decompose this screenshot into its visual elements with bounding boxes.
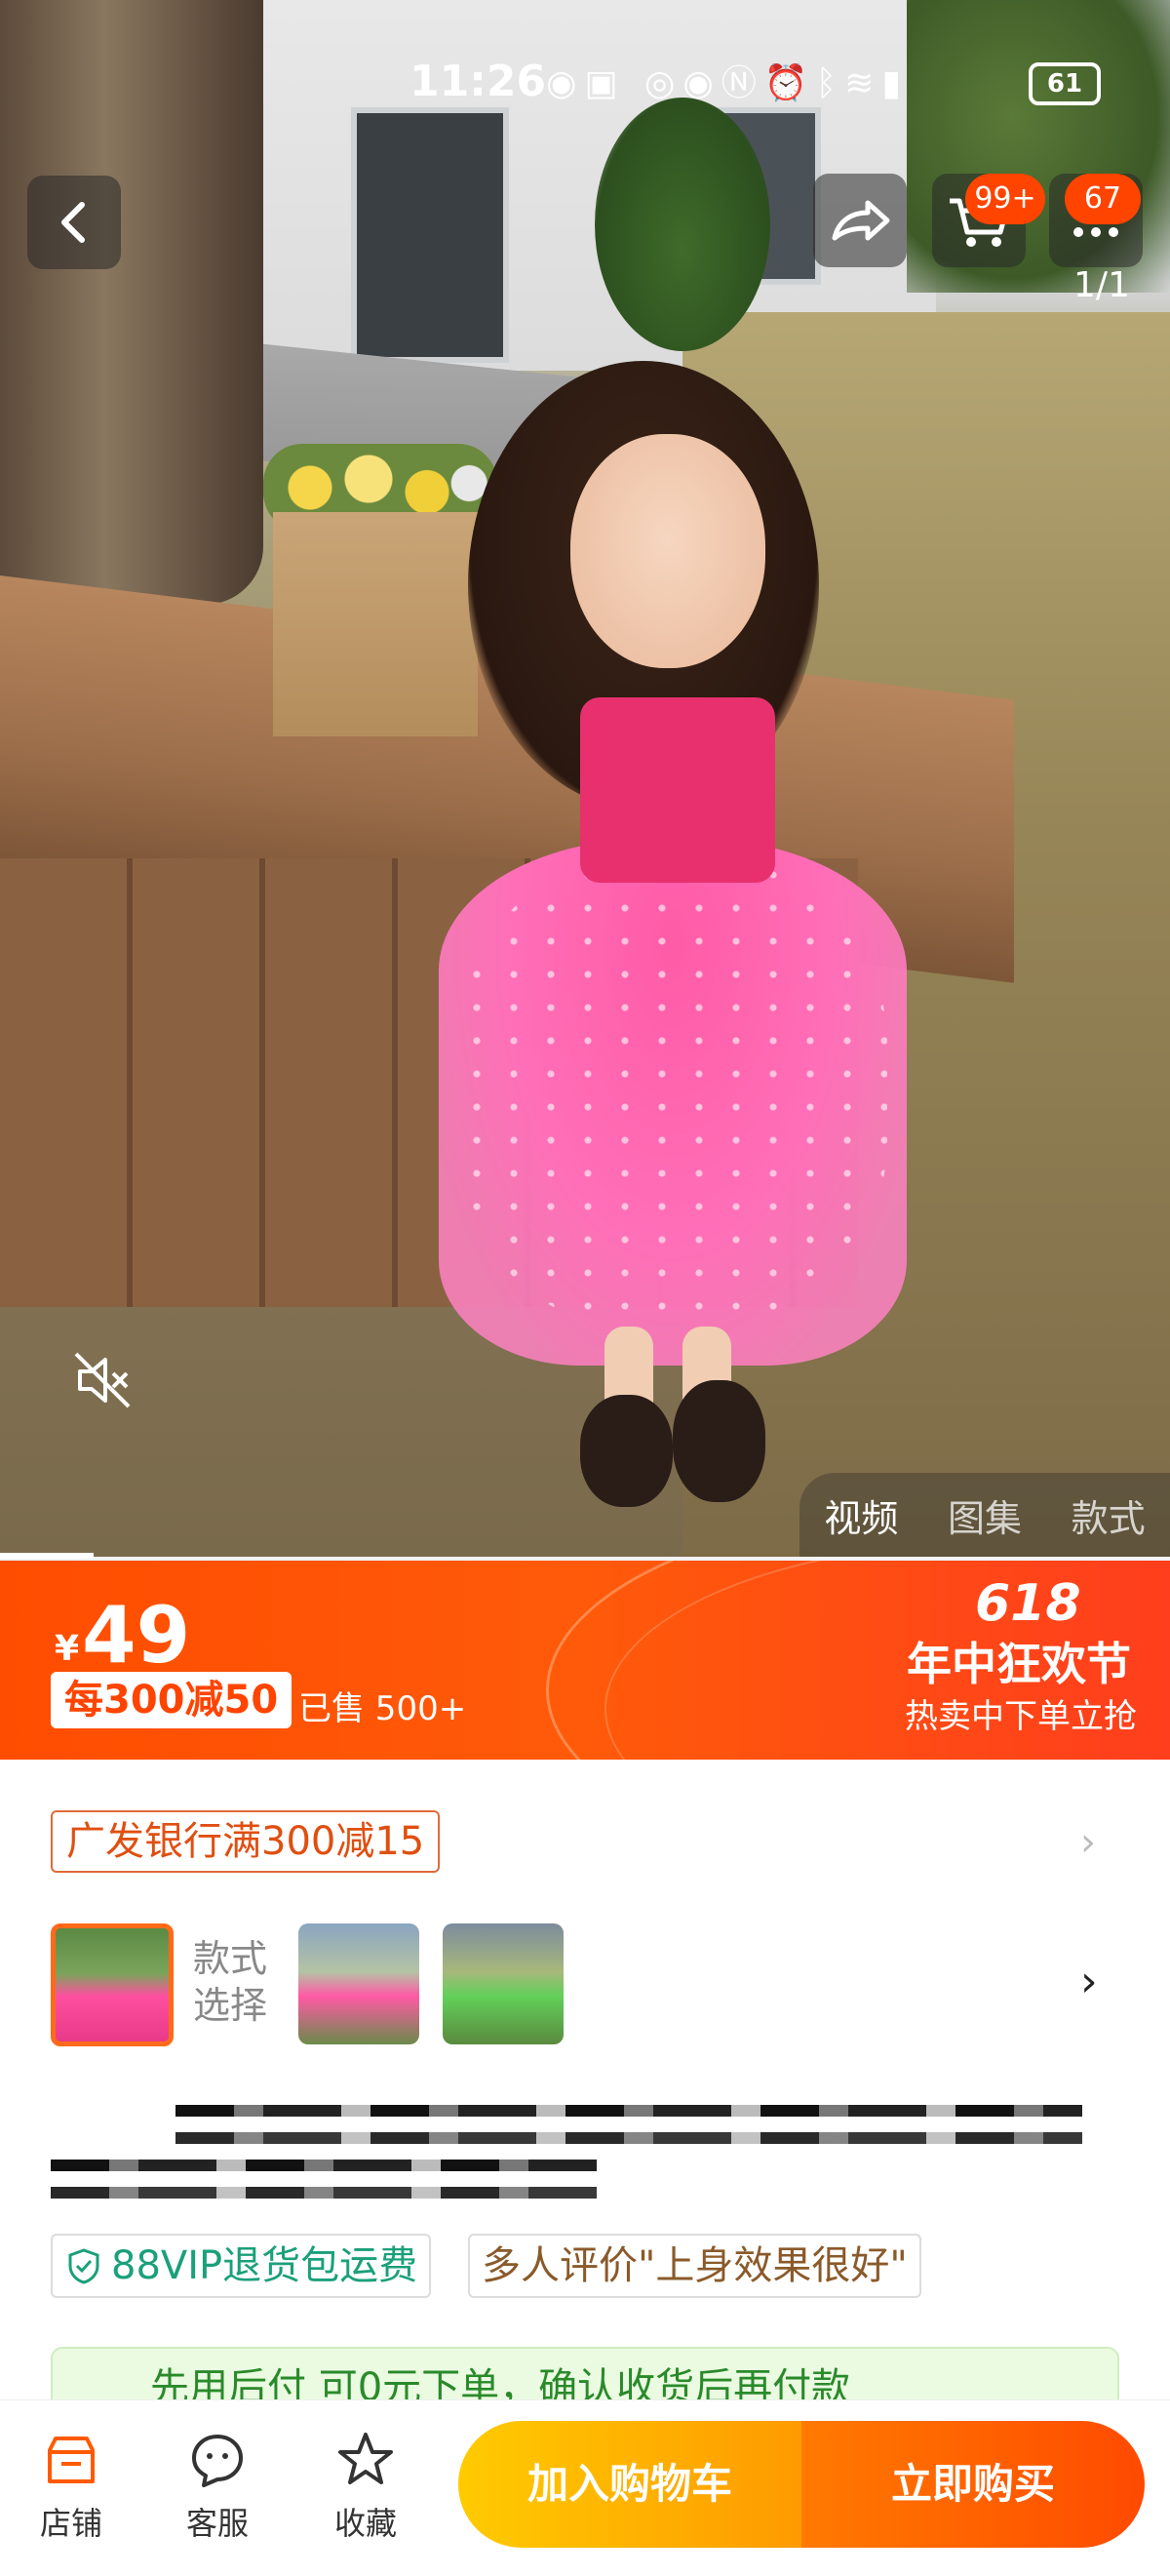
currency-symbol: ¥ xyxy=(55,1629,80,1669)
alipay-icon: ▣ xyxy=(584,63,626,103)
tab-video[interactable]: 视频 xyxy=(824,1488,898,1542)
eye-icon: ◉ xyxy=(682,63,722,103)
chevron-left-icon xyxy=(61,202,85,243)
media-tabs: 视频 图集 款式 xyxy=(800,1473,1170,1557)
share-icon xyxy=(832,200,890,241)
cart-count-badge: 99+ xyxy=(965,174,1045,224)
battery-icon: 61 xyxy=(1029,62,1101,105)
dress-bodice xyxy=(580,697,775,883)
status-icons: ◉▣ ◎◉Ⓝ⏰ᛒ≋▮ xyxy=(546,55,909,105)
chevron-right-icon[interactable]: › xyxy=(1080,1957,1098,2006)
shop-label: 店铺 xyxy=(39,2505,102,2542)
chevron-right-icon[interactable]: › xyxy=(1080,1820,1096,1865)
tab-styles[interactable]: 款式 xyxy=(1072,1488,1146,1542)
star-icon xyxy=(338,2433,393,2484)
video-progress-bar xyxy=(0,1553,94,1559)
share-button[interactable] xyxy=(813,174,907,267)
tab-gallery[interactable]: 图集 xyxy=(948,1488,1022,1542)
alarm-icon: ⏰ xyxy=(763,63,816,103)
vip-return-label: 88VIP退货包运费 xyxy=(111,2243,418,2288)
target-icon: ◎ xyxy=(644,63,683,103)
sandal xyxy=(580,1395,673,1507)
product-title-redacted xyxy=(176,2132,1082,2144)
chat-face-icon xyxy=(192,2435,243,2487)
chat-icon: ◉ xyxy=(546,63,585,103)
mute-button[interactable] xyxy=(68,1346,136,1414)
festival-subtitle: 热卖中下单立抢 xyxy=(905,1697,1137,1736)
5g-signal-icon: ▮ xyxy=(881,63,910,103)
product-title-redacted xyxy=(176,2105,1082,2117)
paper-bag xyxy=(273,512,478,736)
favorite-button[interactable]: 收藏 xyxy=(312,2429,419,2544)
model-face xyxy=(570,434,765,668)
style-thumbnail[interactable] xyxy=(298,1923,419,2044)
customer-service-button[interactable]: 客服 xyxy=(164,2429,271,2544)
vip-return-tag[interactable]: 88VIP退货包运费 xyxy=(51,2234,432,2298)
sold-count: 已售 500+ xyxy=(298,1689,467,1728)
dress-sparkles xyxy=(458,858,887,1327)
favorite-label: 收藏 xyxy=(333,2505,397,2542)
service-label: 客服 xyxy=(185,2505,249,2542)
festival-title: 年中狂欢节 xyxy=(907,1638,1131,1690)
sandal xyxy=(673,1380,765,1502)
message-count-badge: 67 xyxy=(1065,174,1141,224)
wifi-icon: ≋ xyxy=(844,63,882,103)
mute-icon xyxy=(74,1352,131,1408)
buy-now-button[interactable]: 立即购买 xyxy=(801,2421,1145,2548)
nfc-icon: Ⓝ xyxy=(721,63,764,103)
product-title-redacted xyxy=(51,2187,597,2199)
style-thumbnail[interactable] xyxy=(443,1923,564,2044)
style-select-label[interactable]: 款式选择 xyxy=(193,1935,281,2029)
promo-tag: 每300减50 xyxy=(51,1672,292,1728)
festival-number: 618 xyxy=(975,1574,1081,1633)
price-banner: ¥ 49 每300减50 已售 500+ 618 年中狂欢节 热卖中下单立抢 xyxy=(0,1561,1170,1760)
price-value: 49 xyxy=(82,1590,191,1681)
shop-icon xyxy=(48,2437,95,2483)
product-title-redacted xyxy=(51,2160,597,2171)
shop-button[interactable]: 店铺 xyxy=(18,2429,125,2544)
status-bar: 11:26 ◉▣ ◎◉Ⓝ⏰ᛒ≋▮ 61 xyxy=(0,0,1170,166)
bluetooth-icon: ᛒ xyxy=(815,63,845,103)
shield-check-icon xyxy=(68,2248,99,2284)
review-tag[interactable]: 多人评价"上身效果很好" xyxy=(468,2234,921,2298)
image-counter: 1/1 xyxy=(1073,265,1130,305)
style-thumbnail-selected[interactable] xyxy=(51,1923,174,2046)
add-to-cart-button[interactable]: 加入购物车 xyxy=(458,2421,801,2548)
back-button[interactable] xyxy=(27,176,121,269)
status-time: 11:26 xyxy=(410,57,547,106)
bank-coupon[interactable]: 广发银行满300减15 xyxy=(51,1810,441,1873)
